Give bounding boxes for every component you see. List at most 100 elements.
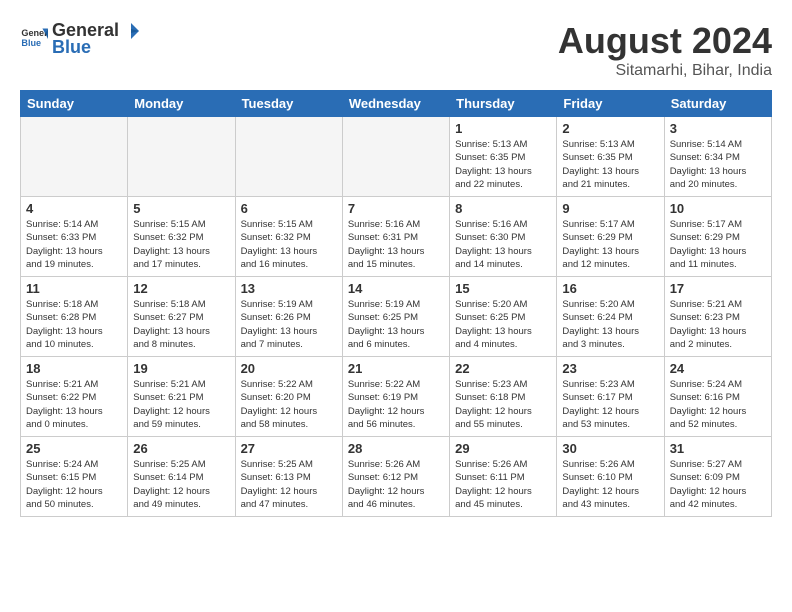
- day-number: 23: [562, 361, 658, 376]
- calendar-cell: 16 Sunrise: 5:20 AM Sunset: 6:24 PM Dayli…: [557, 277, 664, 357]
- day-info: Sunrise: 5:13 AM Sunset: 6:35 PM Dayligh…: [455, 138, 551, 191]
- day-number: 20: [241, 361, 337, 376]
- logo-arrow-icon: [121, 21, 141, 41]
- day-number: 31: [670, 441, 766, 456]
- day-number: 30: [562, 441, 658, 456]
- day-info: Sunrise: 5:24 AM Sunset: 6:15 PM Dayligh…: [26, 458, 122, 511]
- day-info: Sunrise: 5:20 AM Sunset: 6:25 PM Dayligh…: [455, 298, 551, 351]
- day-info: Sunrise: 5:17 AM Sunset: 6:29 PM Dayligh…: [562, 218, 658, 271]
- calendar-header-row: Sunday Monday Tuesday Wednesday Thursday…: [21, 91, 772, 117]
- day-number: 3: [670, 121, 766, 136]
- day-info: Sunrise: 5:23 AM Sunset: 6:17 PM Dayligh…: [562, 378, 658, 431]
- day-number: 19: [133, 361, 229, 376]
- calendar-cell: 20 Sunrise: 5:22 AM Sunset: 6:20 PM Dayli…: [235, 357, 342, 437]
- day-info: Sunrise: 5:26 AM Sunset: 6:11 PM Dayligh…: [455, 458, 551, 511]
- day-number: 28: [348, 441, 444, 456]
- calendar-cell: 10 Sunrise: 5:17 AM Sunset: 6:29 PM Dayli…: [664, 197, 771, 277]
- day-info: Sunrise: 5:16 AM Sunset: 6:30 PM Dayligh…: [455, 218, 551, 271]
- header-tuesday: Tuesday: [235, 91, 342, 117]
- day-number: 5: [133, 201, 229, 216]
- page-header: General Blue General Blue August 2024 Si…: [20, 20, 772, 80]
- calendar-subtitle: Sitamarhi, Bihar, India: [558, 62, 772, 80]
- header-monday: Monday: [128, 91, 235, 117]
- day-number: 26: [133, 441, 229, 456]
- calendar-cell: 7Sunrise: 5:16 AM Sunset: 6:31 PM Daylig…: [342, 197, 449, 277]
- day-info: Sunrise: 5:14 AM Sunset: 6:33 PM Dayligh…: [26, 218, 122, 271]
- day-info: Sunrise: 5:20 AM Sunset: 6:24 PM Dayligh…: [562, 298, 658, 351]
- day-number: 18: [26, 361, 122, 376]
- day-info: Sunrise: 5:17 AM Sunset: 6:29 PM Dayligh…: [670, 218, 766, 271]
- day-number: 2: [562, 121, 658, 136]
- calendar-cell: 18 Sunrise: 5:21 AM Sunset: 6:22 PM Dayli…: [21, 357, 128, 437]
- day-info: Sunrise: 5:22 AM Sunset: 6:20 PM Dayligh…: [241, 378, 337, 431]
- day-info: Sunrise: 5:26 AM Sunset: 6:12 PM Dayligh…: [348, 458, 444, 511]
- calendar-cell: [342, 117, 449, 197]
- day-number: 25: [26, 441, 122, 456]
- day-number: 22: [455, 361, 551, 376]
- calendar-cell: 9 Sunrise: 5:17 AM Sunset: 6:29 PM Daylig…: [557, 197, 664, 277]
- day-number: 14: [348, 281, 444, 296]
- day-number: 21: [348, 361, 444, 376]
- calendar-cell: 8 Sunrise: 5:16 AM Sunset: 6:30 PM Daylig…: [450, 197, 557, 277]
- day-number: 29: [455, 441, 551, 456]
- calendar-cell: 21 Sunrise: 5:22 AM Sunset: 6:19 PM Dayli…: [342, 357, 449, 437]
- day-info: Sunrise: 5:18 AM Sunset: 6:27 PM Dayligh…: [133, 298, 229, 351]
- calendar-cell: 12 Sunrise: 5:18 AM Sunset: 6:27 PM Dayli…: [128, 277, 235, 357]
- day-number: 13: [241, 281, 337, 296]
- day-number: 12: [133, 281, 229, 296]
- calendar-cell: 13 Sunrise: 5:19 AM Sunset: 6:26 PM Dayli…: [235, 277, 342, 357]
- calendar-cell: 4Sunrise: 5:14 AM Sunset: 6:33 PM Daylig…: [21, 197, 128, 277]
- calendar-cell: 22 Sunrise: 5:23 AM Sunset: 6:18 PM Dayli…: [450, 357, 557, 437]
- calendar-cell: 28 Sunrise: 5:26 AM Sunset: 6:12 PM Dayli…: [342, 437, 449, 517]
- calendar-cell: 1 Sunrise: 5:13 AM Sunset: 6:35 PM Daylig…: [450, 117, 557, 197]
- calendar-cell: [235, 117, 342, 197]
- day-number: 24: [670, 361, 766, 376]
- day-info: Sunrise: 5:21 AM Sunset: 6:21 PM Dayligh…: [133, 378, 229, 431]
- day-info: Sunrise: 5:22 AM Sunset: 6:19 PM Dayligh…: [348, 378, 444, 431]
- logo-icon: General Blue: [20, 25, 48, 53]
- day-info: Sunrise: 5:18 AM Sunset: 6:28 PM Dayligh…: [26, 298, 122, 351]
- day-number: 16: [562, 281, 658, 296]
- calendar-cell: 29 Sunrise: 5:26 AM Sunset: 6:11 PM Dayli…: [450, 437, 557, 517]
- day-number: 17: [670, 281, 766, 296]
- header-sunday: Sunday: [21, 91, 128, 117]
- logo: General Blue General Blue: [20, 20, 141, 58]
- day-info: Sunrise: 5:21 AM Sunset: 6:22 PM Dayligh…: [26, 378, 122, 431]
- day-info: Sunrise: 5:27 AM Sunset: 6:09 PM Dayligh…: [670, 458, 766, 511]
- day-info: Sunrise: 5:15 AM Sunset: 6:32 PM Dayligh…: [241, 218, 337, 271]
- calendar-cell: [21, 117, 128, 197]
- day-info: Sunrise: 5:25 AM Sunset: 6:14 PM Dayligh…: [133, 458, 229, 511]
- day-number: 1: [455, 121, 551, 136]
- calendar-cell: 19 Sunrise: 5:21 AM Sunset: 6:21 PM Dayli…: [128, 357, 235, 437]
- day-number: 11: [26, 281, 122, 296]
- day-info: Sunrise: 5:13 AM Sunset: 6:35 PM Dayligh…: [562, 138, 658, 191]
- calendar-cell: 15 Sunrise: 5:20 AM Sunset: 6:25 PM Dayli…: [450, 277, 557, 357]
- day-info: Sunrise: 5:26 AM Sunset: 6:10 PM Dayligh…: [562, 458, 658, 511]
- day-number: 15: [455, 281, 551, 296]
- day-number: 9: [562, 201, 658, 216]
- calendar-week-2: 4Sunrise: 5:14 AM Sunset: 6:33 PM Daylig…: [21, 197, 772, 277]
- day-number: 7: [348, 201, 444, 216]
- day-info: Sunrise: 5:14 AM Sunset: 6:34 PM Dayligh…: [670, 138, 766, 191]
- calendar-table: Sunday Monday Tuesday Wednesday Thursday…: [20, 90, 772, 517]
- day-number: 8: [455, 201, 551, 216]
- day-number: 27: [241, 441, 337, 456]
- day-number: 6: [241, 201, 337, 216]
- day-info: Sunrise: 5:19 AM Sunset: 6:26 PM Dayligh…: [241, 298, 337, 351]
- calendar-cell: 17Sunrise: 5:21 AM Sunset: 6:23 PM Dayli…: [664, 277, 771, 357]
- day-number: 10: [670, 201, 766, 216]
- calendar-cell: 30 Sunrise: 5:26 AM Sunset: 6:10 PM Dayli…: [557, 437, 664, 517]
- calendar-cell: 2 Sunrise: 5:13 AM Sunset: 6:35 PM Daylig…: [557, 117, 664, 197]
- calendar-cell: 25 Sunrise: 5:24 AM Sunset: 6:15 PM Dayli…: [21, 437, 128, 517]
- header-wednesday: Wednesday: [342, 91, 449, 117]
- calendar-cell: 31 Sunrise: 5:27 AM Sunset: 6:09 PM Dayli…: [664, 437, 771, 517]
- calendar-week-3: 11 Sunrise: 5:18 AM Sunset: 6:28 PM Dayli…: [21, 277, 772, 357]
- day-info: Sunrise: 5:23 AM Sunset: 6:18 PM Dayligh…: [455, 378, 551, 431]
- calendar-title: August 2024: [558, 20, 772, 62]
- calendar-week-1: 1 Sunrise: 5:13 AM Sunset: 6:35 PM Daylig…: [21, 117, 772, 197]
- title-area: August 2024 Sitamarhi, Bihar, India: [558, 20, 772, 80]
- calendar-cell: [128, 117, 235, 197]
- header-saturday: Saturday: [664, 91, 771, 117]
- day-info: Sunrise: 5:19 AM Sunset: 6:25 PM Dayligh…: [348, 298, 444, 351]
- day-info: Sunrise: 5:25 AM Sunset: 6:13 PM Dayligh…: [241, 458, 337, 511]
